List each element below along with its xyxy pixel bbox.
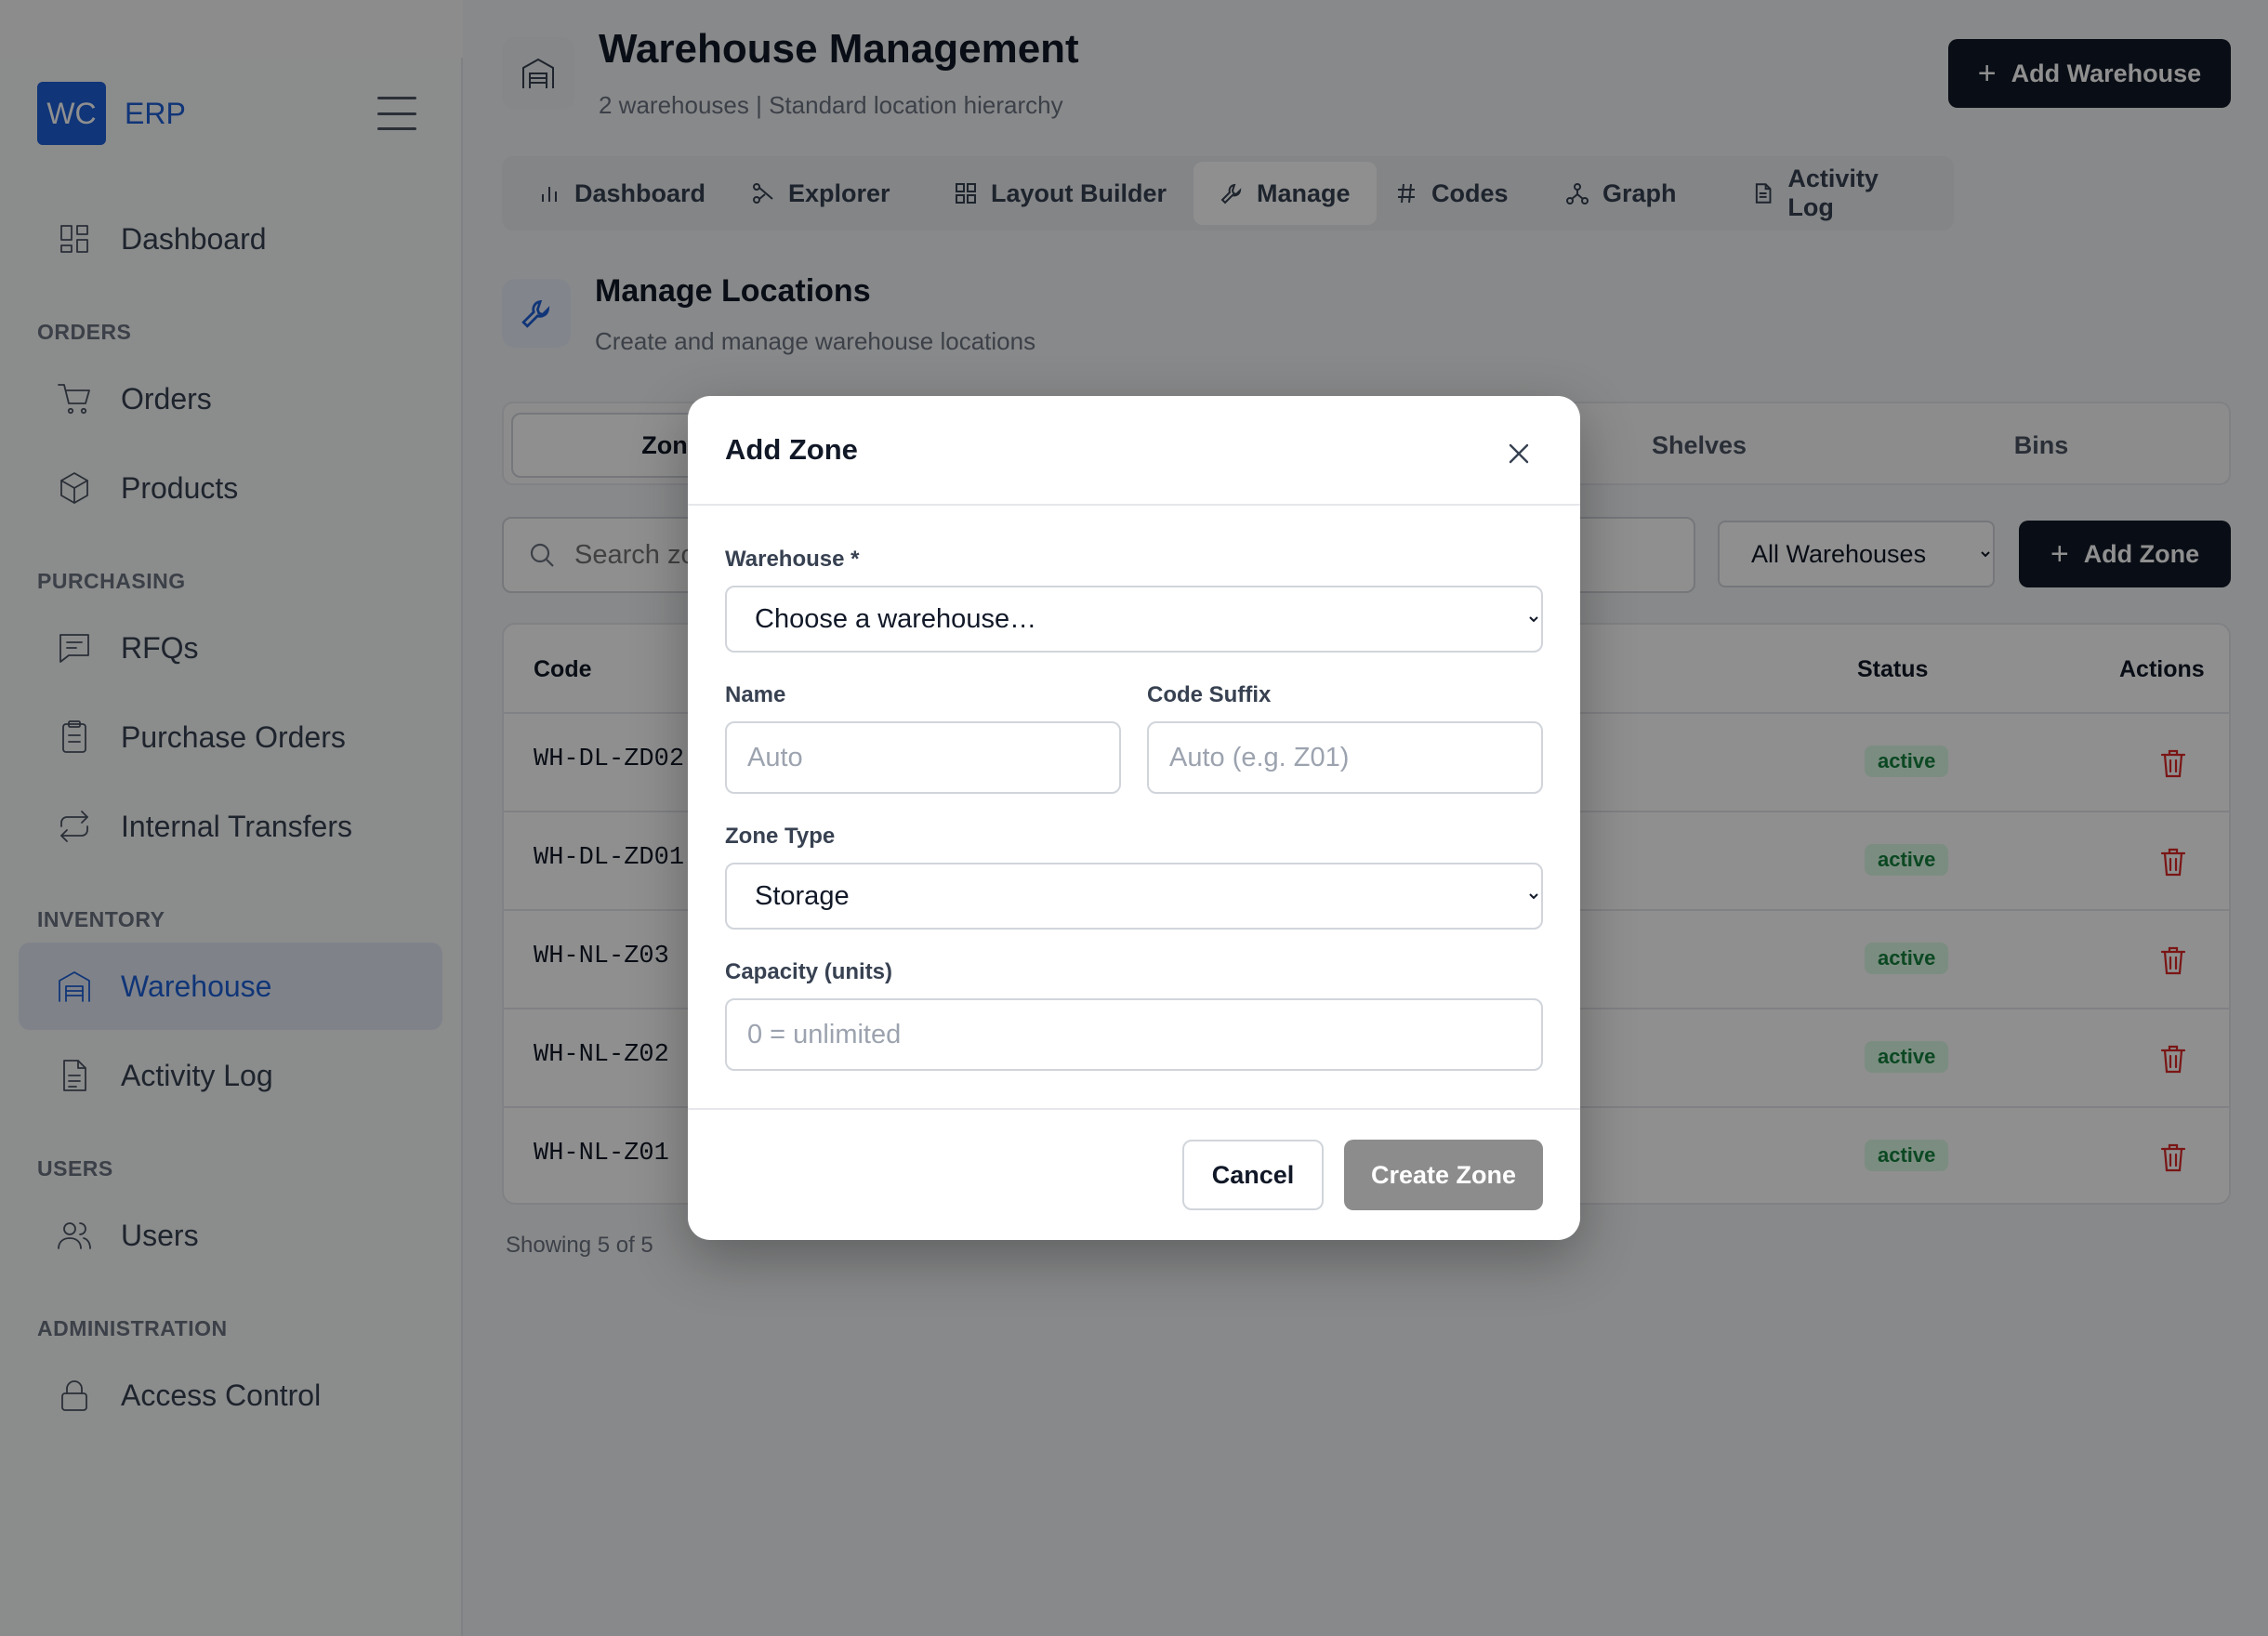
modal-title: Add Zone [725,433,858,466]
warehouse-label: Warehouse * [725,547,860,572]
capacity-label: Capacity (units) [725,959,893,984]
zone-type-label: Zone Type [725,824,836,849]
capacity-input[interactable] [725,998,1543,1071]
modal-divider [688,1108,1580,1110]
name-input[interactable] [725,721,1121,794]
add-zone-modal: Add Zone Warehouse * Choose a warehouse…… [688,396,1580,1240]
create-zone-button[interactable]: Create Zone [1344,1140,1543,1210]
modal-divider [688,504,1580,506]
close-icon[interactable] [1502,437,1536,470]
code-suffix-input[interactable] [1147,721,1543,794]
code-suffix-label: Code Suffix [1147,682,1272,707]
warehouse-select[interactable]: Choose a warehouse… [725,586,1543,653]
zone-type-select[interactable]: Storage [725,863,1543,930]
cancel-button[interactable]: Cancel [1182,1140,1324,1210]
name-label: Name [725,682,786,707]
